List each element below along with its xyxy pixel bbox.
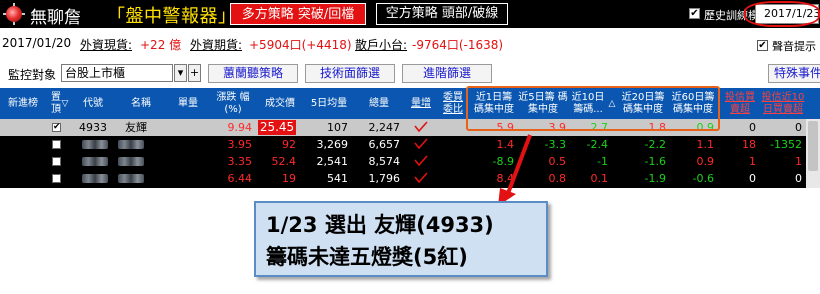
annotation-line-2: 籌碼未達五燈獎(5紅) — [266, 245, 468, 269]
annotation-line-1: 1/23 選出 友輝(4933) — [266, 213, 494, 237]
annotation-callout: 1/23 選出 友輝(4933) 籌碼未達五燈獎(5紅) — [254, 201, 548, 277]
